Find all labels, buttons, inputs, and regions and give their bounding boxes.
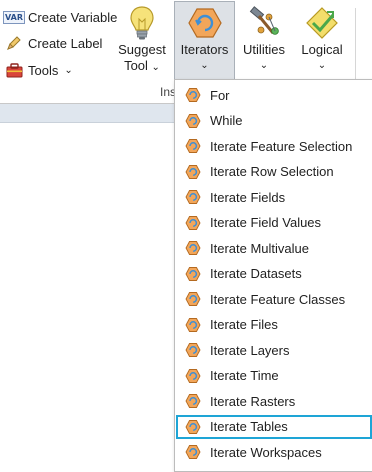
iterator-icon xyxy=(184,265,202,283)
label-pencil-icon xyxy=(5,35,23,51)
iterator-icon xyxy=(184,367,202,385)
chevron-down-icon: ⌄ xyxy=(151,62,160,73)
tools-label: Tools xyxy=(28,62,59,78)
menu-item-label: Iterate Files xyxy=(210,317,278,332)
iterator-icon xyxy=(184,316,202,334)
create-variable-label: Create Variable xyxy=(28,9,118,25)
create-variable-button[interactable]: VAR Create Variable xyxy=(3,6,118,28)
chevron-down-icon: ⌄ xyxy=(317,60,327,71)
menu-item-for[interactable]: For xyxy=(176,83,372,107)
menu-item-label: Iterate Tables xyxy=(210,419,288,434)
menu-item-label: Iterate Time xyxy=(210,368,279,383)
menu-item-while[interactable]: While xyxy=(176,109,372,133)
menu-item-iterate-row-selection[interactable]: Iterate Row Selection xyxy=(176,160,372,184)
suggest-tool-button[interactable]: Suggest Tool ⌄ xyxy=(118,2,166,80)
create-label-label: Create Label xyxy=(28,35,103,51)
chevron-down-icon: ⌄ xyxy=(200,60,209,71)
suggest-tool-label-line1: Suggest xyxy=(118,42,166,57)
menu-item-label: Iterate Layers xyxy=(210,342,290,358)
menu-item-iterate-datasets[interactable]: Iterate Datasets xyxy=(176,262,372,286)
hammer-utilities-icon xyxy=(244,4,284,42)
menu-item-label: Iterate Feature Selection xyxy=(210,138,353,154)
iterator-icon xyxy=(184,188,202,206)
iterator-icon xyxy=(184,443,202,461)
create-label-button[interactable]: Create Label xyxy=(5,32,102,54)
menu-item-label: Iterate Row Selection xyxy=(210,164,334,179)
chevron-down-icon: ⌄ xyxy=(64,64,73,76)
iterator-icon xyxy=(184,86,202,104)
menu-item-label: For xyxy=(210,87,230,103)
iterator-icon xyxy=(184,290,202,308)
menu-item-iterate-field-values[interactable]: Iterate Field Values xyxy=(176,211,372,235)
menu-item-label: Iterate Field Values xyxy=(210,215,322,230)
iterator-icon xyxy=(184,137,202,155)
iterators-button[interactable]: Iterators ⌄ xyxy=(174,1,235,80)
menu-item-iterate-time[interactable]: Iterate Time xyxy=(176,364,372,388)
iterator-icon xyxy=(184,418,202,436)
menu-item-label: While xyxy=(210,113,243,128)
menu-item-iterate-tables[interactable]: Iterate Tables xyxy=(176,414,372,439)
iterator-icon xyxy=(184,392,202,410)
menu-item-label: Iterate Rasters xyxy=(210,393,296,409)
tools-button[interactable]: Tools ⌄ xyxy=(5,59,73,81)
menu-item-iterate-workspaces[interactable]: Iterate Workspaces xyxy=(176,440,372,464)
utilities-label: Utilities xyxy=(243,42,285,57)
menu-item-label: Iterate Fields xyxy=(210,189,286,205)
lightbulb-icon xyxy=(122,4,162,42)
menu-item-iterate-layers[interactable]: Iterate Layers xyxy=(176,338,372,362)
chevron-down-icon: ⌄ xyxy=(259,60,269,71)
iterator-icon xyxy=(184,163,202,181)
utilities-button[interactable]: Utilities ⌄ xyxy=(240,2,288,80)
iterators-label: Iterators xyxy=(180,42,229,57)
iterators-dropdown-menu: For While Iterate Feature Selection Iter… xyxy=(174,79,372,472)
suggest-tool-label-text: Tool xyxy=(124,58,148,73)
iterator-icon xyxy=(184,112,202,130)
menu-item-label: Iterate Feature Classes xyxy=(210,291,346,307)
menu-item-iterate-feature-classes[interactable]: Iterate Feature Classes xyxy=(176,287,372,311)
menu-item-label: Iterate Datasets xyxy=(210,266,302,281)
toolbox-icon xyxy=(5,62,23,78)
logical-button[interactable]: Logical ⌄ xyxy=(297,2,347,80)
iterator-icon xyxy=(185,4,225,42)
logical-label: Logical xyxy=(301,42,343,57)
logical-diamond-icon xyxy=(302,4,342,42)
menu-item-label: Iterate Workspaces xyxy=(210,444,322,460)
iterator-icon xyxy=(184,214,202,232)
menu-item-iterate-fields[interactable]: Iterate Fields xyxy=(176,185,372,209)
menu-item-iterate-files[interactable]: Iterate Files xyxy=(176,313,372,337)
suggest-tool-label-line2: Tool ⌄ xyxy=(124,58,160,75)
var-icon: VAR xyxy=(3,10,25,24)
iterator-icon xyxy=(184,239,202,257)
menu-item-label: Iterate Multivalue xyxy=(210,240,309,256)
menu-item-iterate-feature-selection[interactable]: Iterate Feature Selection xyxy=(176,134,372,158)
iterator-icon xyxy=(184,341,202,359)
menu-item-iterate-multivalue[interactable]: Iterate Multivalue xyxy=(176,236,372,260)
menu-item-iterate-rasters[interactable]: Iterate Rasters xyxy=(176,389,372,413)
